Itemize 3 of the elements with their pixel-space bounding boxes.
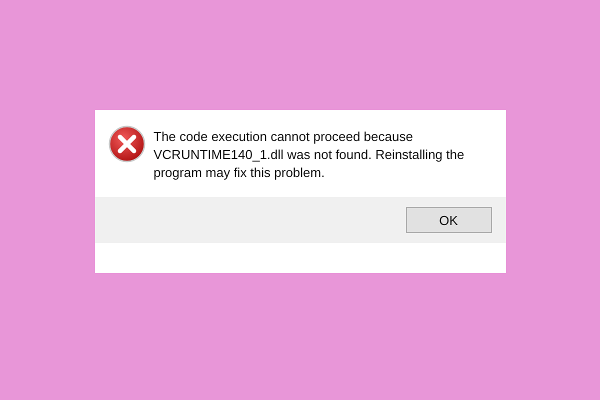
error-message: The code execution cannot proceed because VCRUNTIME140_1.dll was not found. Reinstalling the program may fix this problem.	[154, 128, 466, 182]
ok-button[interactable]: OK	[406, 207, 492, 233]
error-icon	[108, 125, 146, 163]
